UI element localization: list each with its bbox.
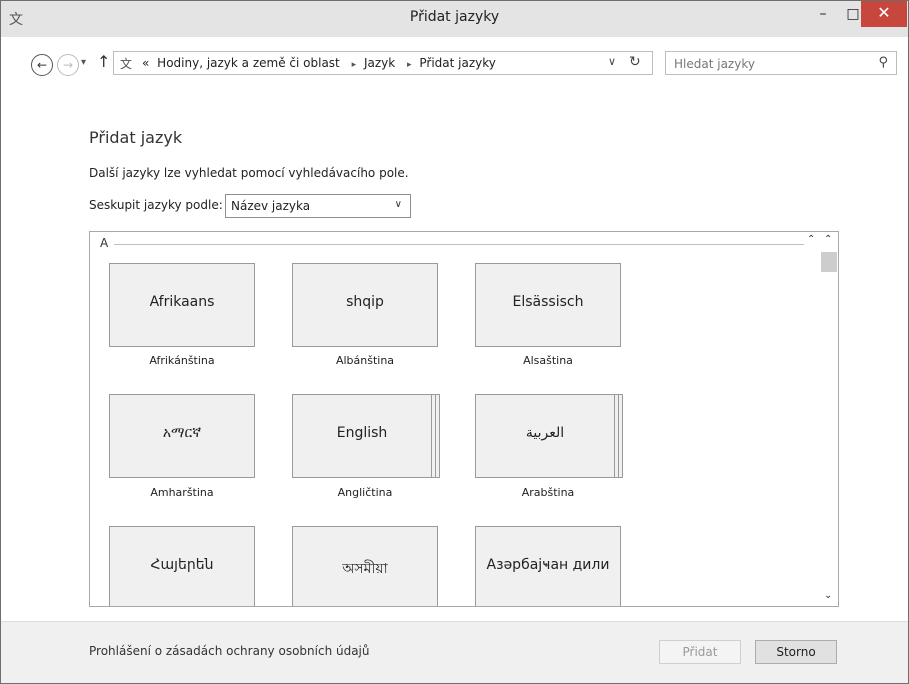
tile-native-name: Հայերեն (150, 557, 214, 573)
language-tile-english[interactable]: English (292, 394, 440, 478)
breadcrumb-item-language[interactable]: Jazyk (364, 56, 395, 70)
search-icon[interactable]: ⚲ (878, 55, 888, 70)
breadcrumb: « Hodiny, jazyk a země či oblast ▸ Jazyk… (142, 56, 500, 70)
description: Další jazyky lze vyhledat pomocí vyhledá… (89, 166, 409, 180)
add-button[interactable]: Přidat (659, 640, 741, 664)
up-button[interactable]: ↑ (97, 52, 110, 71)
tile-caption: Albánština (335, 354, 395, 367)
chevron-down-icon[interactable]: ∨ (608, 55, 616, 68)
privacy-statement-link[interactable]: Prohlášení o zásadách ochrany osobních ú… (89, 644, 370, 658)
section-divider (114, 244, 804, 245)
language-tile-arabic[interactable]: العربية (475, 394, 623, 478)
stack-edge (619, 394, 623, 478)
window: 文 Přidat jazyky – □ ✕ ← → ▾ ↑ 文 « Hodiny… (0, 0, 909, 684)
close-button[interactable]: ✕ (861, 1, 907, 27)
language-icon: 文 (120, 57, 133, 71)
language-tile-armenian[interactable]: Հայերեն (109, 526, 255, 606)
search-input[interactable] (666, 52, 876, 76)
cancel-button[interactable]: Storno (755, 640, 837, 664)
tile-native-name: Afrikaans (149, 294, 215, 310)
stack-edge (432, 394, 436, 478)
group-by-value: Název jazyka (231, 199, 311, 213)
language-tile-afrikaans[interactable]: Afrikaans (109, 263, 255, 347)
tile-native-name: Азәрбајҹан дили (486, 557, 610, 573)
scroll-down-icon[interactable]: ⌄ (824, 590, 832, 601)
tile-native-name: العربية (525, 425, 565, 441)
tile-face: العربية (475, 394, 615, 478)
language-tile-assamese[interactable]: অসমীয়া (292, 526, 438, 606)
language-tile-alsatian[interactable]: Elsässisch (475, 263, 621, 347)
language-tile-amharic[interactable]: አማርኛ (109, 394, 255, 478)
forward-button[interactable]: → (57, 54, 79, 76)
scroll-up-icon[interactable]: ⌃ (824, 234, 832, 245)
recent-locations-icon[interactable]: ▾ (81, 57, 86, 68)
group-by-label: Seskupit jazyky podle: (89, 198, 223, 212)
tile-face: English (292, 394, 432, 478)
tile-native-name: Elsässisch (512, 294, 584, 310)
tile-native-name: shqip (346, 294, 384, 310)
section-header: A (100, 236, 109, 250)
footer: Prohlášení o zásadách ochrany osobních ú… (1, 621, 908, 683)
back-button[interactable]: ← (31, 54, 53, 76)
address-bar[interactable]: 文 « Hodiny, jazyk a země či oblast ▸ Jaz… (113, 51, 653, 75)
vertical-scrollbar[interactable]: ⌃ ⌄ (820, 232, 838, 606)
search-box[interactable]: ⚲ (665, 51, 897, 76)
tile-caption: Arabština (521, 486, 575, 499)
breadcrumb-item-clock-language-region[interactable]: Hodiny, jazyk a země či oblast (157, 56, 340, 70)
chevron-right-icon[interactable]: ▸ (407, 60, 412, 70)
chevron-down-icon: ∨ (394, 199, 402, 210)
breadcrumb-overflow[interactable]: « (142, 56, 149, 70)
refresh-icon[interactable]: ↻ (629, 54, 641, 70)
collapse-icon[interactable]: ⌃ (807, 234, 815, 245)
chevron-right-icon[interactable]: ▸ (352, 60, 357, 70)
language-list: A ⌃ Afrikaans Afrikánština shqip Albánšt… (89, 231, 839, 607)
tile-caption: Amharština (150, 486, 214, 499)
navigation-bar: ← → ▾ ↑ 文 « Hodiny, jazyk a země či obla… (1, 37, 908, 89)
window-title: Přidat jazyky (409, 9, 500, 25)
tile-caption: Alsaština (523, 354, 573, 367)
language-tile-azerbaijani[interactable]: Азәрбајҹан дили (475, 526, 621, 606)
breadcrumb-item-add-languages[interactable]: Přidat jazyky (419, 56, 496, 70)
language-tile-albanian[interactable]: shqip (292, 263, 438, 347)
stack-edge (436, 394, 440, 478)
page-title: Přidat jazyk (89, 128, 183, 147)
tile-native-name: አማርኛ (162, 425, 202, 441)
minimize-button[interactable]: – (807, 1, 839, 27)
tile-caption: Angličtina (337, 486, 393, 499)
stack-edge (615, 394, 619, 478)
tile-native-name: অসমীয়া (342, 561, 388, 577)
titlebar: 文 Přidat jazyky – □ ✕ (1, 1, 908, 37)
group-by-select[interactable]: Název jazyka ∨ (225, 194, 411, 218)
tile-native-name: English (336, 425, 388, 441)
scroll-thumb[interactable] (821, 252, 837, 272)
tile-caption: Afrikánština (149, 354, 215, 367)
